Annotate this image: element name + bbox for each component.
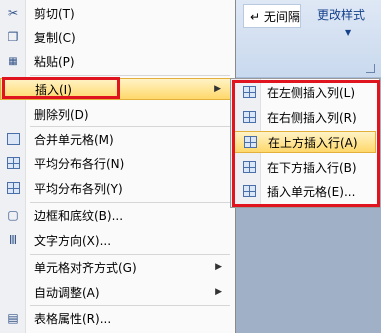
menu-item-label: 平均分布各行(N) <box>34 156 125 171</box>
menu-item-label: 复制(C) <box>34 30 76 45</box>
change-styles-button[interactable]: 更改样式 <box>317 6 365 23</box>
menu-item-distribute-columns[interactable]: 平均分布各列(Y) <box>0 177 234 199</box>
highlight-box-insert <box>2 77 120 99</box>
context-menu: ✂ 剪切(T) ❐ 复制(C) ▦ 粘贴(P) 插入(I) ▶ 删除列(D) 合… <box>0 0 236 333</box>
distribute-rows-icon <box>5 155 21 171</box>
menu-item-cell-alignment[interactable]: 单元格对齐方式(G) ▶ <box>0 256 234 278</box>
menu-item-label: 合并单元格(M) <box>34 132 114 147</box>
menu-item-label: 剪切(T) <box>34 6 75 21</box>
menu-item-label: 单元格对齐方式(G) <box>34 260 137 275</box>
menu-item-label: 平均分布各列(Y) <box>34 181 123 196</box>
menu-item-delete-column[interactable]: 删除列(D) <box>0 103 234 125</box>
merge-cells-icon <box>5 131 21 147</box>
chevron-down-icon[interactable]: ▼ <box>345 28 351 37</box>
menu-item-borders-shading[interactable]: ▢ 边框和底纹(B)... <box>0 204 234 226</box>
dialog-launcher-icon[interactable] <box>366 64 375 73</box>
menu-item-paste[interactable]: ▦ 粘贴(P) <box>0 50 234 72</box>
submenu-arrow-icon: ▶ <box>214 84 221 94</box>
menu-item-table-properties[interactable]: ▤ 表格属性(R)... <box>0 307 234 329</box>
submenu-arrow-icon: ▶ <box>215 262 222 272</box>
menu-item-label: 表格属性(R)... <box>34 311 112 326</box>
menu-item-label: 粘贴(P) <box>34 54 75 69</box>
menu-item-autofit[interactable]: 自动调整(A) ▶ <box>0 281 234 303</box>
menu-separator <box>30 75 230 76</box>
menu-item-label: 删除列(D) <box>34 107 89 122</box>
menu-separator <box>30 305 230 306</box>
text-direction-icon: Ⅲ <box>8 233 18 247</box>
menu-item-distribute-rows[interactable]: 平均分布各行(N) <box>0 152 234 174</box>
menu-item-label: 自动调整(A) <box>34 285 100 300</box>
highlight-box-submenu <box>232 80 380 207</box>
menu-item-cut[interactable]: ✂ 剪切(T) <box>0 2 234 24</box>
submenu-arrow-icon: ▶ <box>215 287 222 297</box>
menu-separator <box>30 254 230 255</box>
menu-separator <box>30 202 230 203</box>
menu-item-label: 文字方向(X)... <box>34 233 112 248</box>
distribute-columns-icon <box>5 180 21 196</box>
menu-item-text-direction[interactable]: Ⅲ 文字方向(X)... <box>0 229 234 251</box>
paste-icon: ▦ <box>8 55 18 67</box>
table-properties-icon: ▤ <box>7 311 19 325</box>
menu-separator <box>30 126 230 127</box>
copy-icon: ❐ <box>7 30 19 44</box>
menu-item-copy[interactable]: ❐ 复制(C) <box>0 26 234 48</box>
scissors-icon: ✂ <box>7 6 19 20</box>
style-no-spacing[interactable]: ↵ 无间隔 <box>243 4 301 28</box>
menu-item-label: 边框和底纹(B)... <box>34 208 124 223</box>
ribbon-styles-group: ↵ 无间隔 更改样式 ▼ <box>233 0 381 78</box>
borders-icon: ▢ <box>7 208 19 222</box>
menu-item-merge-cells[interactable]: 合并单元格(M) <box>0 128 234 150</box>
